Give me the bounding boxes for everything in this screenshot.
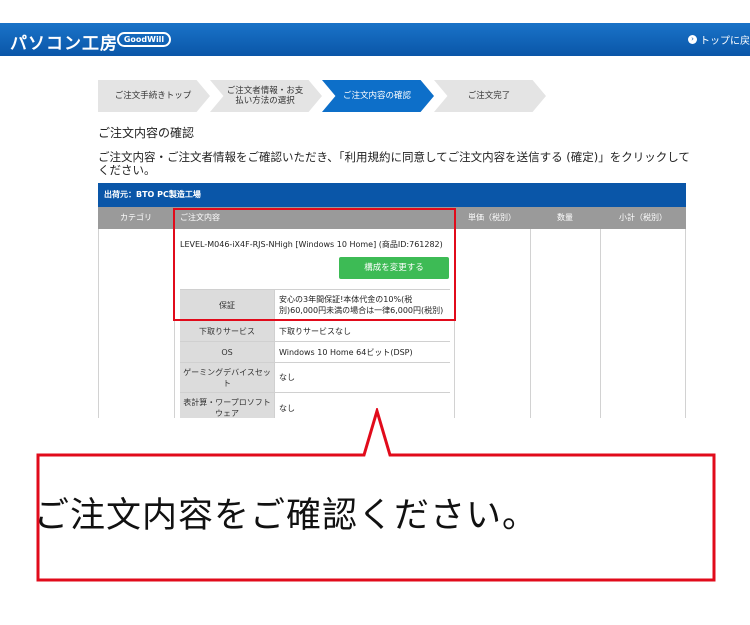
- option-row-tradein: 下取りサービス 下取りサービスなし: [180, 321, 450, 342]
- checkout-steps: ご注文手続きトップ ご注文者情報・お支払い方法の選択 ご注文内容の確認 ご注文完…: [98, 80, 558, 112]
- table-border: [600, 229, 601, 418]
- option-value: なし: [274, 363, 450, 392]
- step-order-top: ご注文手続きトップ: [98, 80, 210, 112]
- option-value: 下取りサービスなし: [274, 321, 450, 341]
- back-to-top-link[interactable]: › トップに戻: [688, 32, 750, 47]
- table-border: [685, 229, 686, 418]
- callout-caption: ご注文内容をご確認ください。: [34, 496, 539, 536]
- table-border: [98, 229, 99, 418]
- option-row-gaming-devices: ゲーミングデバイスセット なし: [180, 363, 450, 393]
- option-row-os: OS Windows 10 Home 64ビット(DSP): [180, 342, 450, 363]
- highlight-frame: [173, 208, 456, 321]
- col-unit-price: 単価（税別）: [468, 213, 516, 222]
- intro-text: ご注文内容・ご注文者情報をご確認いただき、「利用規約に同意してご注文内容を送信す…: [98, 150, 690, 177]
- option-label: ゲーミングデバイスセット: [180, 363, 274, 392]
- site-logo[interactable]: パソコン工房: [10, 29, 118, 54]
- step-order-complete: ご注文完了: [434, 80, 546, 112]
- table-border: [530, 229, 531, 418]
- back-to-top-label: トップに戻: [700, 36, 750, 47]
- ship-from-bar: 出荷元：BTO PC製造工場: [98, 183, 686, 207]
- option-label: 下取りサービス: [180, 321, 274, 341]
- goodwill-logo-badge: GoodWill: [117, 32, 171, 47]
- option-label: OS: [180, 342, 274, 362]
- col-quantity: 数量: [557, 213, 573, 222]
- page-title: ご注文内容の確認: [98, 126, 195, 140]
- site-header: パソコン工房 GoodWill › トップに戻: [0, 23, 750, 56]
- step-confirm-order: ご注文内容の確認: [322, 80, 434, 112]
- col-subtotal: 小計（税別）: [619, 213, 667, 222]
- option-value: Windows 10 Home 64ビット(DSP): [274, 342, 450, 362]
- chevron-right-icon: ›: [688, 35, 697, 44]
- col-category: カテゴリ: [120, 213, 152, 222]
- step-customer-payment: ご注文者情報・お支払い方法の選択: [210, 80, 322, 112]
